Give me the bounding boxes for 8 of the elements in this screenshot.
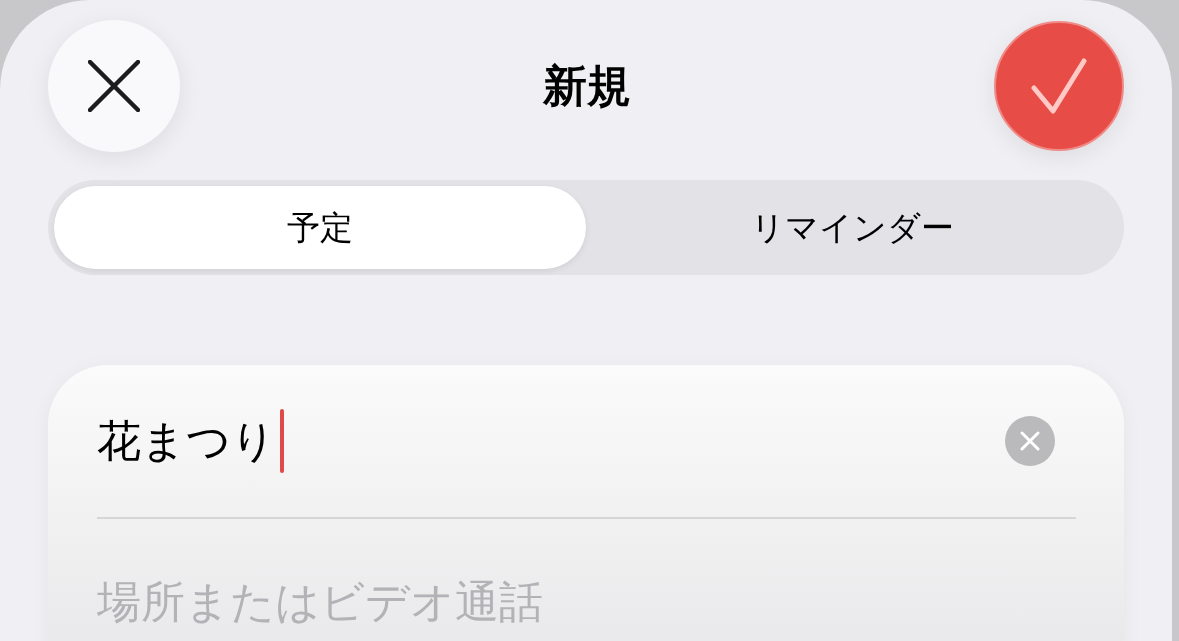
check-icon (1031, 58, 1087, 114)
segment-tab[interactable]: リマインダー (586, 186, 1118, 269)
clear-button[interactable] (1005, 416, 1055, 466)
close-icon (88, 60, 140, 112)
header-title: 新規 (543, 64, 631, 108)
x-icon (1020, 431, 1040, 451)
segment-tab[interactable]: 予定 (54, 186, 586, 269)
title-input[interactable]: 花まつり (97, 365, 1076, 519)
